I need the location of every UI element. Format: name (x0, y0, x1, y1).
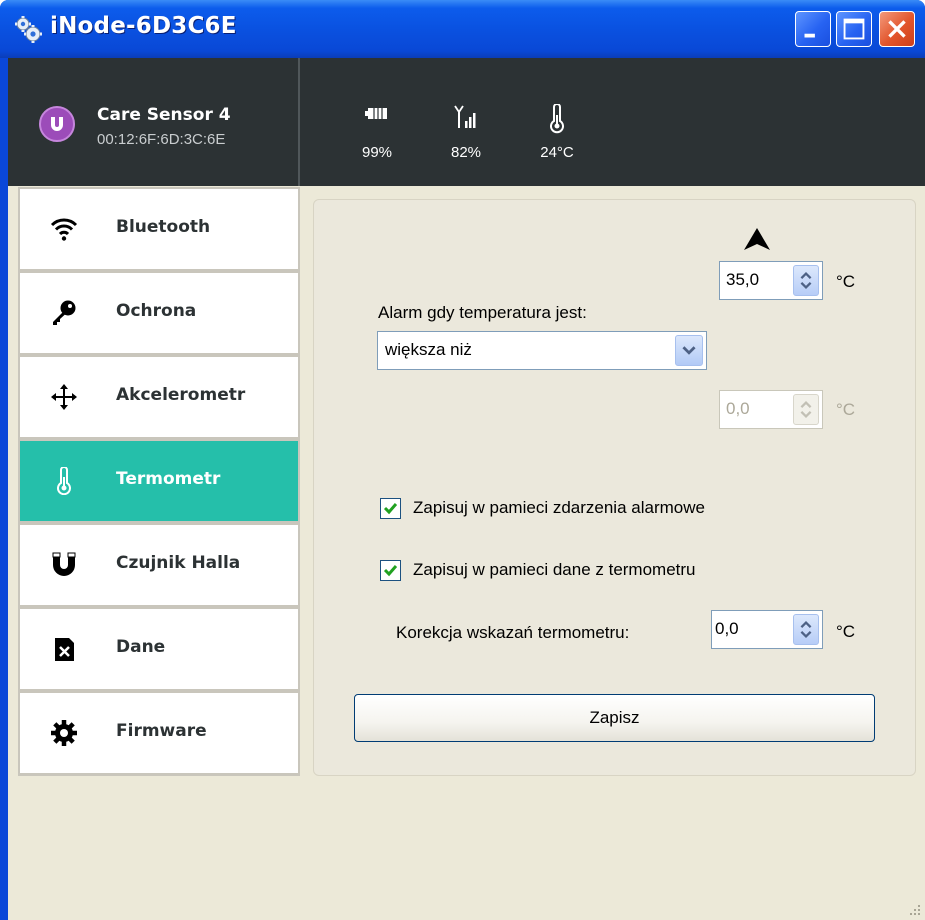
magnet-icon (52, 552, 76, 576)
log-alarms-label[interactable]: Zapisuj w pamieci zdarzenia alarmowe (413, 498, 705, 518)
client-area: Care Sensor 4 00:12:6F:6D:3C:6E 99% 82% … (8, 58, 925, 920)
spin-arrows-icon (800, 400, 812, 419)
gears-icon (15, 16, 42, 43)
window-title: iNode-6D3C6E (50, 13, 237, 39)
lower-threshold-spinbox[interactable]: 0,0 (719, 390, 823, 429)
device-avatar (39, 106, 75, 142)
lower-threshold-stepper[interactable] (793, 394, 819, 425)
sidebar-item-ochrona[interactable]: Ochrona (20, 273, 298, 353)
lower-threshold-value: 0,0 (726, 399, 750, 418)
log-data-checkbox[interactable] (380, 560, 401, 581)
lower-threshold-unit: °C (836, 400, 856, 419)
correction-spinbox[interactable]: 0,0 (711, 610, 823, 649)
sidebar-item-bluetooth[interactable]: Bluetooth (20, 189, 298, 269)
log-alarms-checkbox[interactable] (380, 498, 401, 519)
spin-arrows-icon (800, 620, 812, 639)
spin-arrows-icon (800, 271, 812, 290)
correction-value: 0,0 (715, 619, 739, 638)
device-mac-address: 00:12:6F:6D:3C:6E (97, 131, 226, 148)
header-divider (298, 58, 300, 186)
wifi-icon (50, 218, 78, 241)
alarm-condition-dropdown-button[interactable] (675, 335, 703, 366)
upper-threshold-spinbox[interactable]: 35,0 (719, 261, 823, 300)
temperature-value: 24°C (540, 144, 574, 161)
thermometer-settings-panel: 35,0 °C Alarm gdy temperatura jest: więk… (313, 199, 916, 776)
battery-icon (365, 108, 387, 119)
sidebar-item-label: Ochrona (116, 301, 197, 321)
checkmark-icon (383, 503, 398, 515)
checkmark-icon (383, 565, 398, 577)
log-data-label[interactable]: Zapisuj w pamieci dane z termometru (413, 560, 696, 580)
battery-stat: 99% (347, 104, 407, 164)
resize-grip-icon[interactable] (907, 902, 921, 916)
arrow-up-icon (744, 228, 770, 250)
move-arrows-icon (51, 384, 77, 410)
sidebar-item-label: Bluetooth (116, 217, 211, 237)
sidebar-item-akcelerometr[interactable]: Akcelerometr (20, 357, 298, 437)
alarm-condition-select[interactable]: większa niż (377, 331, 707, 370)
upper-threshold-stepper[interactable] (793, 265, 819, 296)
sidebar-nav: Bluetooth Ochrona Akcelerometr Termometr… (18, 187, 300, 776)
minimize-button[interactable] (795, 11, 831, 47)
chevron-down-icon (682, 346, 696, 355)
minimize-icon (804, 33, 815, 38)
close-button[interactable] (879, 11, 915, 47)
sidebar-item-czujnik-halla[interactable]: Czujnik Halla (20, 525, 298, 605)
signal-stat: 82% (436, 104, 496, 164)
upper-threshold-value: 35,0 (726, 270, 760, 289)
sidebar-item-label: Termometr (116, 469, 221, 489)
sd-card-icon (55, 638, 74, 661)
correction-stepper[interactable] (793, 614, 819, 645)
sidebar-item-label: Firmware (116, 721, 207, 741)
signal-value: 82% (450, 144, 482, 161)
sidebar-item-dane[interactable]: Dane (20, 609, 298, 689)
alarm-condition-value: większa niż (385, 340, 472, 359)
magnet-icon (51, 117, 63, 131)
thermometer-icon (550, 104, 564, 134)
close-icon (888, 20, 906, 38)
correction-unit: °C (836, 622, 856, 641)
maximize-button[interactable] (836, 11, 872, 47)
signal-icon (454, 105, 476, 128)
battery-value: 99% (361, 144, 393, 161)
app-window: iNode-6D3C6E Care Sensor 4 00:12:6F:6D:3… (0, 0, 925, 920)
title-bar[interactable]: iNode-6D3C6E (0, 0, 925, 58)
sidebar-item-label: Czujnik Halla (116, 553, 241, 573)
maximize-icon (843, 18, 865, 40)
sidebar-item-label: Akcelerometr (116, 385, 246, 405)
sidebar-item-termometr[interactable]: Termometr (20, 441, 298, 521)
save-button-label: Zapisz (589, 708, 640, 727)
device-header: Care Sensor 4 00:12:6F:6D:3C:6E 99% 82% … (8, 58, 925, 186)
key-icon (53, 300, 76, 325)
sidebar-item-firmware[interactable]: Firmware (20, 693, 298, 773)
gear-icon (51, 720, 77, 746)
save-button[interactable]: Zapisz (354, 694, 875, 742)
thermometer-icon (57, 467, 71, 495)
upper-threshold-unit: °C (836, 272, 856, 291)
temperature-stat: 24°C (527, 104, 587, 164)
alarm-condition-label: Alarm gdy temperatura jest: (378, 303, 587, 322)
device-name: Care Sensor 4 (97, 105, 231, 125)
sidebar-item-label: Dane (116, 637, 166, 657)
correction-label: Korekcja wskazań termometru: (396, 623, 630, 642)
